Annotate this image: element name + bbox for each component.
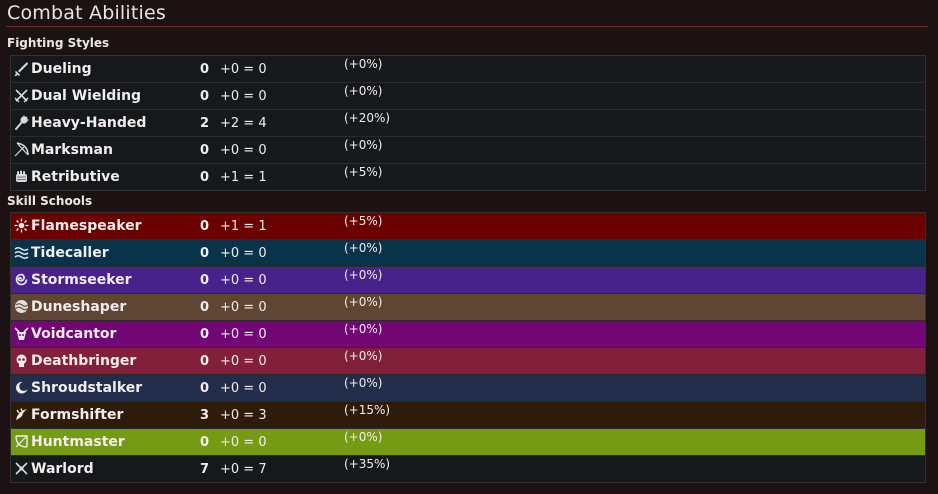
ability-row-dual-wielding[interactable]: Dual Wielding 0 +0 = 0 (+0%) (11, 83, 925, 110)
skill-schools-heading: Skill Schools (7, 194, 93, 208)
sword-icon (14, 61, 29, 76)
ability-base-value: 7 (200, 462, 210, 477)
ability-bonus-total: +0 = 0 (220, 435, 267, 450)
ability-base-value: 0 (200, 327, 210, 342)
ability-row-formshifter[interactable]: Formshifter 3 +0 = 3 (+15%) (11, 402, 925, 429)
ability-bonus-total: +0 = 0 (220, 62, 267, 77)
dune-icon (14, 299, 29, 314)
ability-name: Dueling (31, 61, 92, 77)
hunt-bow-icon (14, 434, 29, 449)
mace-icon (14, 115, 29, 130)
ability-row-huntmaster[interactable]: Huntmaster 0 +0 = 0 (+0%) (11, 429, 925, 456)
wave-icon (14, 245, 29, 260)
ability-bonus-total: +0 = 7 (220, 462, 267, 477)
ability-name: Marksman (31, 142, 113, 158)
ability-bonus-total: +0 = 0 (220, 300, 267, 315)
ability-bonus-total: +1 = 1 (220, 170, 267, 185)
ability-name: Shroudstalker (31, 380, 143, 396)
ability-name: Formshifter (31, 407, 124, 423)
ability-base-value: 0 (200, 143, 210, 158)
ability-percent: (+0%) (344, 430, 383, 444)
ability-bonus-total: +0 = 0 (220, 246, 267, 261)
title-divider (6, 26, 928, 27)
ability-percent: (+0%) (344, 322, 383, 336)
ability-bonus-total: +0 = 0 (220, 381, 267, 396)
ability-percent: (+15%) (344, 403, 391, 417)
ability-name: Retributive (31, 169, 120, 185)
fist-icon (14, 169, 29, 184)
ability-row-flamespeaker[interactable]: Flamespeaker 0 +1 = 1 (+5%) (11, 213, 925, 240)
ability-row-shroudstalker[interactable]: Shroudstalker 0 +0 = 0 (+0%) (11, 375, 925, 402)
ability-base-value: 0 (200, 354, 210, 369)
ability-row-retributive[interactable]: Retributive 0 +1 = 1 (+5%) (11, 164, 925, 190)
ability-row-duneshaper[interactable]: Duneshaper 0 +0 = 0 (+0%) (11, 294, 925, 321)
skill-schools-panel: Flamespeaker 0 +1 = 1 (+5%) Tidecaller 0 +0 = … (10, 212, 926, 483)
flame-icon (14, 218, 29, 233)
ability-row-stormseeker[interactable]: Stormseeker 0 +0 = 0 (+0%) (11, 267, 925, 294)
ability-row-voidcantor[interactable]: Voidcantor 0 +0 = 0 (+0%) (11, 321, 925, 348)
ability-bonus-total: +0 = 0 (220, 354, 267, 369)
ability-percent: (+0%) (344, 84, 383, 98)
ability-base-value: 0 (200, 246, 210, 261)
ability-bonus-total: +0 = 0 (220, 143, 267, 158)
ability-percent: (+0%) (344, 349, 383, 363)
ability-name: Warlord (31, 461, 94, 477)
ability-bonus-total: +1 = 1 (220, 219, 267, 234)
ability-name: Duneshaper (31, 299, 127, 315)
ability-base-value: 0 (200, 435, 210, 450)
ability-row-heavy-handed[interactable]: Heavy-Handed 2 +2 = 4 (+20%) (11, 110, 925, 137)
ability-row-deathbringer[interactable]: Deathbringer 0 +0 = 0 (+0%) (11, 348, 925, 375)
ability-percent: (+35%) (344, 457, 391, 471)
ability-row-dueling[interactable]: Dueling 0 +0 = 0 (+0%) (11, 56, 925, 83)
skull-icon (14, 353, 29, 368)
warlord-icon (14, 461, 29, 476)
ability-bonus-total: +0 = 0 (220, 327, 267, 342)
ability-base-value: 0 (200, 62, 210, 77)
fighting-styles-panel: Dueling 0 +0 = 0 (+0%) Dual Wielding 0 +0 = 0 (… (10, 55, 926, 191)
ability-percent: (+0%) (344, 138, 383, 152)
page-title: Combat Abilities (7, 2, 167, 24)
crescent-icon (14, 380, 29, 395)
ability-percent: (+0%) (344, 57, 383, 71)
ability-row-tidecaller[interactable]: Tidecaller 0 +0 = 0 (+0%) (11, 240, 925, 267)
crossed-swords-icon (14, 88, 29, 103)
ability-name: Dual Wielding (31, 88, 142, 104)
fighting-styles-heading: Fighting Styles (7, 36, 110, 50)
ability-row-marksman[interactable]: Marksman 0 +0 = 0 (+0%) (11, 137, 925, 164)
ability-percent: (+20%) (344, 111, 391, 125)
claw-icon (14, 407, 29, 422)
ability-name: Stormseeker (31, 272, 132, 288)
ability-bonus-total: +0 = 3 (220, 408, 267, 423)
ability-name: Deathbringer (31, 353, 137, 369)
ability-percent: (+5%) (344, 214, 383, 228)
void-icon (14, 326, 29, 341)
ability-row-warlord[interactable]: Warlord 7 +0 = 7 (+35%) (11, 456, 925, 482)
ability-percent: (+0%) (344, 295, 383, 309)
ability-base-value: 0 (200, 381, 210, 396)
ability-base-value: 0 (200, 273, 210, 288)
ability-percent: (+0%) (344, 268, 383, 282)
bow-icon (14, 142, 29, 157)
ability-bonus-total: +0 = 0 (220, 89, 267, 104)
ability-name: Huntmaster (31, 434, 125, 450)
ability-name: Flamespeaker (31, 218, 142, 234)
ability-base-value: 0 (200, 300, 210, 315)
ability-base-value: 0 (200, 170, 210, 185)
ability-base-value: 0 (200, 219, 210, 234)
ability-bonus-total: +2 = 4 (220, 116, 267, 131)
ability-bonus-total: +0 = 0 (220, 273, 267, 288)
ability-base-value: 0 (200, 89, 210, 104)
ability-percent: (+5%) (344, 165, 383, 179)
ability-name: Voidcantor (31, 326, 117, 342)
ability-base-value: 3 (200, 408, 210, 423)
ability-percent: (+0%) (344, 376, 383, 390)
ability-name: Heavy-Handed (31, 115, 147, 131)
ability-base-value: 2 (200, 116, 210, 131)
ability-name: Tidecaller (31, 245, 109, 261)
storm-icon (14, 272, 29, 287)
ability-percent: (+0%) (344, 241, 383, 255)
